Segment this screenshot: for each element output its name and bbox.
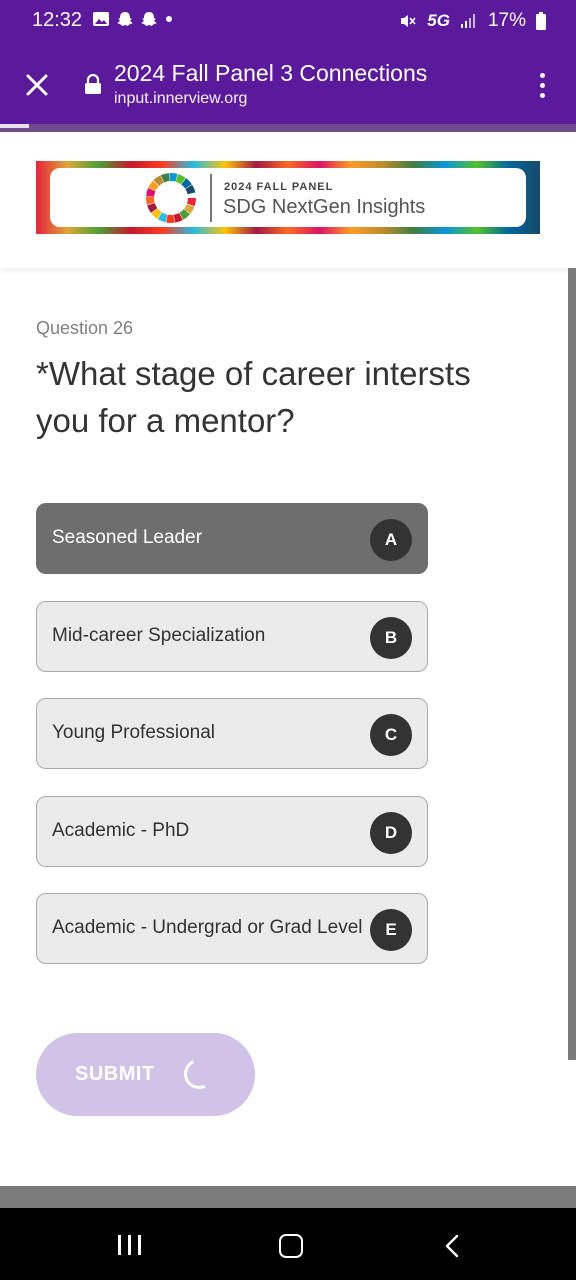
recents-bar xyxy=(118,1235,121,1255)
battery-percent: 17% xyxy=(487,10,526,31)
browser-toolbar: 2024 Fall Panel 3 Connections input.inne… xyxy=(0,44,576,124)
close-icon xyxy=(26,74,48,96)
mute-icon xyxy=(401,15,416,27)
option-b[interactable]: Mid-career Specialization B xyxy=(36,601,428,672)
home-button[interactable] xyxy=(279,1234,303,1258)
option-label: Academic - Undergrad or Grad Level xyxy=(52,917,363,938)
question-number: Question 26 xyxy=(36,318,134,338)
option-label: Seasoned Leader xyxy=(52,527,203,548)
question-text: *What stage of career intersts you for a… xyxy=(36,355,471,439)
status-time: 12:32 xyxy=(32,9,83,31)
survey-page: 2024 FALL PANEL SDG NextGen Insights Que… xyxy=(0,132,576,1186)
scrollbar[interactable] xyxy=(568,268,576,1060)
progress-fill xyxy=(0,124,29,128)
network-label: 5G xyxy=(427,11,450,30)
footer-band xyxy=(0,1186,576,1208)
more-options-button[interactable] xyxy=(530,68,554,102)
recents-button[interactable] xyxy=(118,1235,141,1255)
banner-title: SDG NextGen Insights xyxy=(223,196,426,218)
option-d[interactable]: Academic - PhD D xyxy=(36,796,428,867)
option-key-badge: C xyxy=(370,714,412,756)
status-bar: 12:32 5G 17% xyxy=(0,0,576,44)
lock-icon xyxy=(85,74,101,94)
recents-bar xyxy=(128,1235,131,1255)
option-a[interactable]: Seasoned Leader A xyxy=(36,503,428,574)
notification-icons xyxy=(92,10,174,28)
snapchat-icon xyxy=(117,12,133,26)
gallery-icon xyxy=(93,12,109,26)
close-button[interactable] xyxy=(20,68,54,102)
page-url[interactable]: input.innerview.org xyxy=(114,88,427,110)
battery-icon xyxy=(536,12,546,30)
more-dot xyxy=(539,72,545,78)
back-button[interactable] xyxy=(444,1234,460,1258)
option-key-badge: B xyxy=(370,617,412,659)
sdg-banner: 2024 FALL PANEL SDG NextGen Insights xyxy=(36,161,540,234)
status-right: 5G 17% xyxy=(399,10,546,32)
more-dot xyxy=(539,82,545,88)
title-block: 2024 Fall Panel 3 Connections input.inne… xyxy=(114,58,427,110)
option-key-badge: A xyxy=(370,519,412,561)
submit-button[interactable]: SUBMIT xyxy=(36,1033,255,1116)
option-e[interactable]: Academic - Undergrad or Grad Level E xyxy=(36,893,428,964)
option-label: Academic - PhD xyxy=(52,820,190,841)
loading-spinner-icon xyxy=(179,1054,219,1094)
header-card: 2024 FALL PANEL SDG NextGen Insights xyxy=(0,132,576,268)
signal-icon xyxy=(460,14,475,28)
page-title: 2024 Fall Panel 3 Connections xyxy=(114,60,428,86)
submit-label: SUBMIT xyxy=(75,1063,155,1085)
system-nav-bar xyxy=(0,1208,576,1280)
option-key-badge: E xyxy=(370,909,412,951)
option-label: Mid-career Specialization xyxy=(52,625,266,646)
snapchat-icon xyxy=(141,12,157,26)
option-label: Young Professional xyxy=(52,722,216,743)
option-key-badge: D xyxy=(370,812,412,854)
banner-inner: 2024 FALL PANEL SDG NextGen Insights xyxy=(50,168,526,227)
banner-kicker: 2024 FALL PANEL xyxy=(224,181,334,193)
page-load-progress xyxy=(0,124,576,132)
option-c[interactable]: Young Professional C xyxy=(36,698,428,769)
sdg-wheel-logo xyxy=(146,173,196,223)
dot-icon xyxy=(166,16,172,22)
recents-bar xyxy=(138,1235,141,1255)
banner-divider xyxy=(210,174,212,222)
more-dot xyxy=(539,92,545,98)
